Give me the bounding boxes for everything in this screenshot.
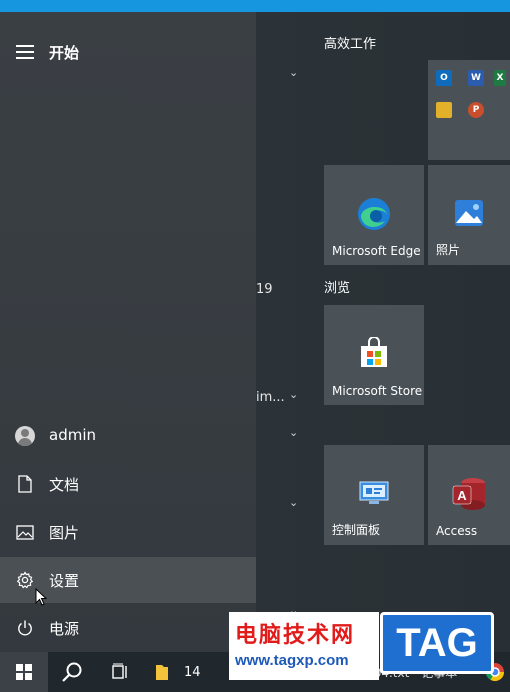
office-apps-folder-tile[interactable]: O W X P <box>428 60 510 160</box>
search-button[interactable] <box>52 652 92 692</box>
outlook-icon: O <box>436 70 452 86</box>
chevron-down-icon[interactable]: ⌄ <box>289 426 298 439</box>
word-icon: W <box>468 70 484 86</box>
mouse-cursor-icon <box>35 588 47 606</box>
windows-start-button[interactable] <box>0 652 48 692</box>
onenote-folder-icon <box>436 102 452 118</box>
tile-label: Microsoft Store <box>332 384 423 398</box>
search-icon <box>62 662 82 682</box>
nav-item-documents[interactable]: 文档 <box>0 461 256 507</box>
store-icon <box>358 336 390 373</box>
windows-start-icon <box>16 664 32 680</box>
hamburger-menu-icon[interactable] <box>16 45 34 59</box>
nav-item-user-label: admin <box>49 426 96 444</box>
watermark-title: 电脑技术网 <box>235 623 356 648</box>
nav-item-settings-label: 设置 <box>49 572 80 590</box>
chevron-down-icon[interactable]: ⌄ <box>289 388 298 401</box>
chevron-down-icon[interactable]: ⌄ <box>289 66 298 79</box>
edge-icon <box>357 197 391 235</box>
photos-icon <box>454 199 484 231</box>
window-top-accent-strip <box>0 0 510 12</box>
powerpoint-icon: P <box>468 102 484 118</box>
file-explorer-icon <box>156 665 168 680</box>
document-icon <box>14 474 36 494</box>
file-explorer-taskbar-button[interactable]: 14 <box>154 652 210 692</box>
tile-photos[interactable]: 照片 <box>428 165 510 265</box>
task-view-button[interactable] <box>100 652 140 692</box>
excel-icon: X <box>494 70 506 86</box>
chevron-down-icon[interactable]: ⌄ <box>289 496 298 509</box>
tile-label: 照片 <box>436 243 461 257</box>
svg-text:A: A <box>457 488 467 503</box>
tile-label: Microsoft Edge <box>332 244 421 258</box>
task-view-icon <box>112 663 127 679</box>
nav-item-user[interactable]: admin <box>0 413 256 459</box>
access-icon: A <box>451 477 487 515</box>
tile-label: 控制面板 <box>332 523 381 537</box>
watermark-url: www.tagxp.com <box>235 652 349 669</box>
picture-icon <box>14 522 36 542</box>
tile-microsoft-store[interactable]: Microsoft Store <box>324 305 424 405</box>
power-icon <box>14 618 36 638</box>
tile-group-title[interactable]: 高效工作 <box>324 33 376 52</box>
nav-item-power[interactable]: 电源 <box>0 605 256 651</box>
app-list-fragment: im... <box>256 390 285 405</box>
nav-item-documents-label: 文档 <box>49 476 80 494</box>
tile-label: Access <box>436 524 478 538</box>
nav-item-pictures-label: 图片 <box>49 524 80 542</box>
tile-control-panel[interactable]: 控制面板 <box>324 445 424 545</box>
tile-access[interactable]: A Access <box>428 445 510 545</box>
start-title: 开始 <box>49 44 80 62</box>
nav-item-power-label: 电源 <box>49 620 80 638</box>
tile-group-title[interactable]: 浏览 <box>324 277 350 296</box>
start-header: 开始 <box>0 36 256 68</box>
nav-item-pictures[interactable]: 图片 <box>0 509 256 555</box>
taskbar-folder-count: 14 <box>184 664 201 680</box>
start-nav-pane: 开始 admin 文档 图片 设置 电源 <box>0 12 256 652</box>
watermark-tag-logo: TAG <box>380 612 494 674</box>
user-avatar-icon <box>14 426 36 446</box>
app-list-fragment: 19 <box>256 282 273 297</box>
tile-microsoft-edge[interactable]: Microsoft Edge <box>324 165 424 265</box>
gear-icon <box>14 570 36 590</box>
control-panel-icon <box>359 481 389 509</box>
